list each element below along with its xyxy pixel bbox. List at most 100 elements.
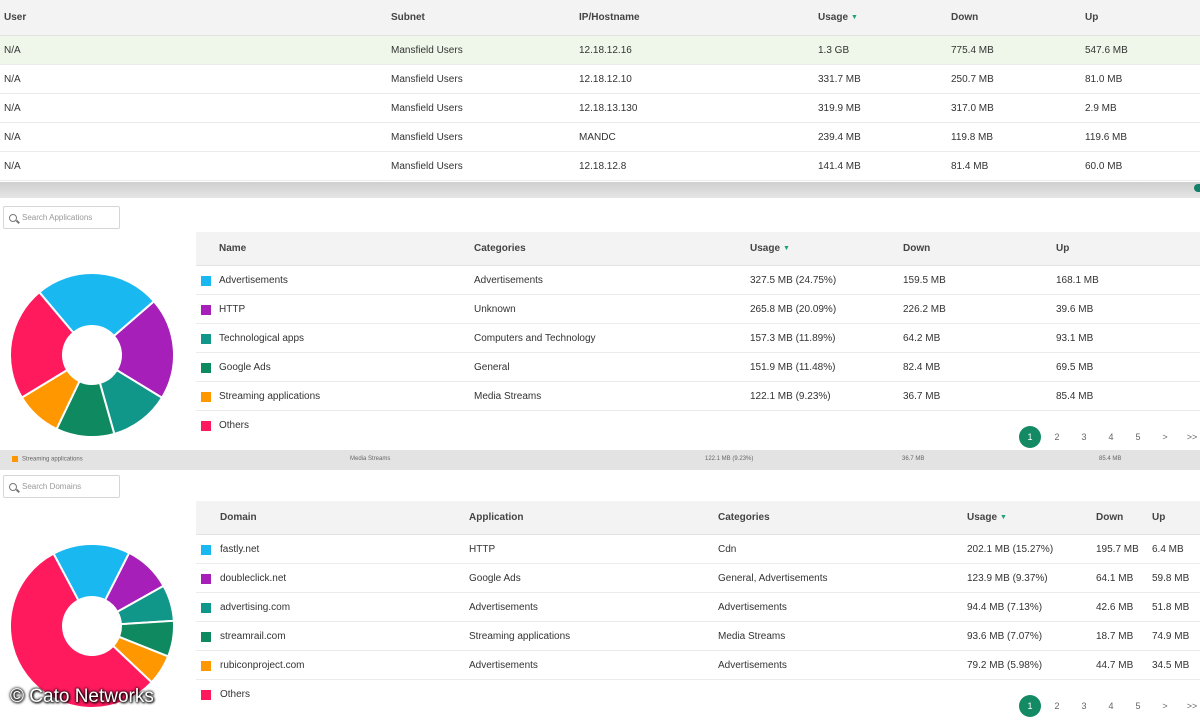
column-header-categories[interactable]: Categories: [718, 501, 770, 534]
copyright-watermark: © Cato Networks: [10, 686, 154, 707]
ghost-row-down: 36.7 MB: [902, 456, 925, 462]
table-row[interactable]: streamrail.com Streaming applications Medi…: [196, 622, 1200, 651]
up-cell: 60.0 MB: [1085, 160, 1123, 172]
column-header-application[interactable]: Application: [469, 501, 523, 534]
page-button[interactable]: 5: [1127, 695, 1149, 717]
category-cell: Computers and Technology: [474, 332, 596, 344]
search-icon: [9, 213, 17, 222]
table-row[interactable]: rubiconproject.com Advertisements Advertis…: [196, 651, 1200, 680]
user-cell: N/A: [4, 73, 21, 85]
column-header-up[interactable]: Up: [1056, 232, 1069, 265]
column-header-up[interactable]: Up: [1085, 0, 1098, 35]
usage-cell: 331.7 MB: [818, 73, 861, 85]
table-row[interactable]: N/A Mansfield Users 12.18.12.8 141.4 MB 81.4…: [0, 152, 1200, 181]
table-row[interactable]: Streaming applications Media Streams 122.1…: [196, 382, 1200, 411]
table-row[interactable]: N/A Mansfield Users 12.18.12.10 331.7 MB 250…: [0, 65, 1200, 94]
usage-cell: 265.8 MB (20.09%): [750, 303, 837, 315]
sort-desc-icon: ▼: [851, 14, 858, 21]
page-button[interactable]: >: [1154, 695, 1176, 717]
search-applications-input[interactable]: [22, 213, 117, 222]
category-cell: General, Advertisements: [718, 572, 828, 584]
table-row[interactable]: advertising.com Advertisements Advertiseme…: [196, 593, 1200, 622]
name-cell: Advertisements: [219, 274, 288, 286]
search-applications-box[interactable]: [3, 206, 120, 229]
scroll-indicator[interactable]: [1194, 184, 1200, 192]
application-cell: Streaming applications: [469, 630, 571, 642]
usage-cell: 1.3 GB: [818, 44, 850, 56]
up-cell: 74.9 MB: [1152, 630, 1190, 642]
column-header-user[interactable]: User: [4, 0, 26, 35]
column-header-up[interactable]: Up: [1152, 501, 1165, 534]
column-header-usage[interactable]: Usage ▼: [967, 501, 1007, 534]
column-header-ip[interactable]: IP/Hostname: [579, 0, 640, 35]
table-row[interactable]: HTTP Unknown 265.8 MB (20.09%) 226.2 MB 39.6…: [196, 295, 1200, 324]
page-button[interactable]: 3: [1073, 426, 1095, 448]
user-cell: N/A: [4, 102, 21, 114]
page-button[interactable]: 1: [1019, 426, 1041, 448]
column-header-down[interactable]: Down: [903, 232, 930, 265]
page-button[interactable]: >>: [1181, 695, 1200, 717]
applications-pagination: 1 2 3 4 5 > >>: [1019, 426, 1200, 448]
column-header-down[interactable]: Down: [951, 0, 978, 35]
table-row[interactable]: N/A Mansfield Users 12.18.13.130 319.9 MB 31…: [0, 94, 1200, 123]
legend-swatch: [201, 632, 211, 642]
application-cell: Google Ads: [469, 572, 521, 584]
domain-cell: fastly.net: [220, 543, 260, 555]
column-header-usage[interactable]: Usage ▼: [818, 0, 858, 35]
table-row[interactable]: Advertisements Advertisements 327.5 MB (24…: [196, 266, 1200, 295]
up-cell: 119.6 MB: [1085, 131, 1128, 143]
name-cell: Streaming applications: [219, 390, 321, 402]
column-header-subnet[interactable]: Subnet: [391, 0, 425, 35]
down-cell: 317.0 MB: [951, 102, 994, 114]
category-cell: Cdn: [718, 543, 737, 555]
domains-panel: Domain Application Categories Usage▼ Dow…: [0, 470, 1200, 720]
applications-panel: Name Categories Usage▼ Down Up Advertise…: [0, 198, 1200, 450]
page-button[interactable]: 4: [1100, 426, 1122, 448]
column-header-name[interactable]: Name: [219, 232, 246, 265]
user-cell: N/A: [4, 131, 21, 143]
page-button[interactable]: 2: [1046, 426, 1068, 448]
page-button[interactable]: 5: [1127, 426, 1149, 448]
usage-cell: 79.2 MB (5.98%): [967, 659, 1043, 671]
down-cell: 159.5 MB: [903, 274, 946, 286]
ip-cell: MANDC: [579, 131, 616, 143]
table-row[interactable]: N/A Mansfield Users 12.18.12.16 1.3 GB 775.4…: [0, 36, 1200, 65]
column-header-domain[interactable]: Domain: [220, 501, 257, 534]
search-domains-input[interactable]: [22, 482, 117, 491]
table-row[interactable]: doubleclick.net Google Ads General, Advert…: [196, 564, 1200, 593]
table-row[interactable]: Google Ads General 151.9 MB (11.48%) 82.4 M…: [196, 353, 1200, 382]
page-button[interactable]: 3: [1073, 695, 1095, 717]
table-row[interactable]: Technological apps Computers and Technolo…: [196, 324, 1200, 353]
up-cell: 168.1 MB: [1056, 274, 1099, 286]
column-header-categories[interactable]: Categories: [474, 232, 526, 265]
domain-cell: Others: [220, 689, 251, 700]
background-table-row: Streaming applications Media Streams 122…: [0, 456, 1200, 468]
legend-swatch: [201, 421, 211, 431]
page-button[interactable]: 4: [1100, 695, 1122, 717]
page-button[interactable]: >: [1154, 426, 1176, 448]
column-header-usage[interactable]: Usage ▼: [750, 232, 790, 265]
subnet-cell: Mansfield Users: [391, 160, 463, 172]
page-button[interactable]: >>: [1181, 426, 1200, 448]
down-cell: 775.4 MB: [951, 44, 994, 56]
page-button[interactable]: 1: [1019, 695, 1041, 717]
legend-swatch: [201, 276, 211, 286]
table-row[interactable]: fastly.net HTTP Cdn 202.1 MB (15.27%) 195.7 …: [196, 535, 1200, 564]
legend-swatch: [201, 305, 211, 315]
search-domains-box[interactable]: [3, 475, 120, 498]
ghost-row-name: Streaming applications: [12, 456, 83, 463]
usage-cell: 122.1 MB (9.23%): [750, 390, 831, 402]
column-header-down[interactable]: Down: [1096, 501, 1123, 534]
ip-cell: 12.18.12.16: [579, 44, 632, 56]
page-button[interactable]: 2: [1046, 695, 1068, 717]
up-cell: 547.6 MB: [1085, 44, 1128, 56]
down-cell: 81.4 MB: [951, 160, 989, 172]
applications-table-header: Name Categories Usage ▼ Down Up: [196, 232, 1200, 266]
table-row[interactable]: N/A Mansfield Users MANDC 239.4 MB 119.8 MB 1…: [0, 123, 1200, 152]
usage-cell: 327.5 MB (24.75%): [750, 274, 837, 286]
legend-swatch: [201, 603, 211, 613]
category-cell: Unknown: [474, 303, 516, 315]
usage-cell: 123.9 MB (9.37%): [967, 572, 1048, 584]
legend-swatch: [201, 545, 211, 555]
domains-donut-chart: [9, 543, 175, 709]
